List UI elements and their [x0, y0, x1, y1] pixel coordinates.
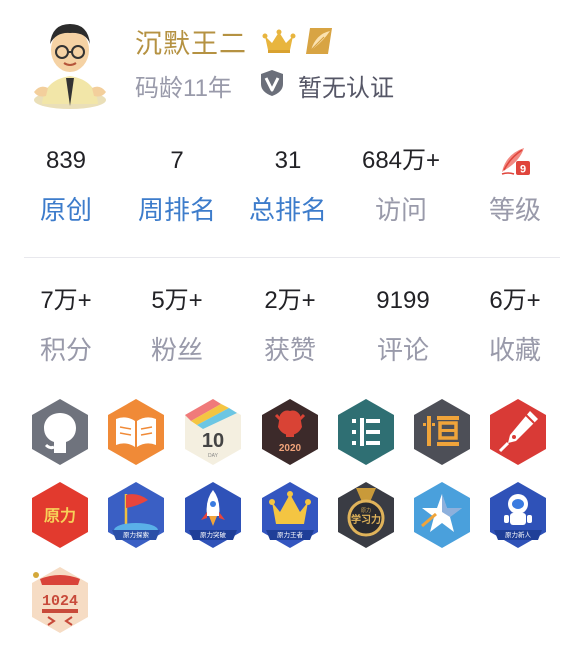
level-quill-icon: 9 [501, 148, 530, 176]
ox-2020-icon: 2020 [262, 399, 318, 465]
star-badge[interactable] [410, 480, 474, 550]
stat-points: 7万+ 积分 [10, 282, 122, 370]
book-icon [108, 399, 164, 465]
stat-value: 684万+ [361, 147, 441, 174]
stats-row-primary: 839 原创 7 周排名 31 总排名 684万+ 访问 9 等级 [10, 142, 570, 232]
stat-label: 等级 [488, 195, 541, 225]
crown-icon [262, 29, 296, 53]
coding-age: 码龄11年 [135, 75, 232, 102]
original-power-badge[interactable]: 原力 [28, 480, 92, 550]
stat-label: 访问 [374, 195, 427, 225]
code-1024-label: 1024 [42, 593, 78, 610]
persistence-icon [414, 399, 470, 465]
newcomer-badge[interactable]: 原力新人 [486, 480, 550, 550]
fountain-pen-icon [490, 399, 546, 465]
stat-value: 2万+ [264, 287, 316, 314]
year-label: 2020 [279, 443, 302, 454]
stat-visits: 684万+ 访问 [345, 142, 457, 230]
user-name[interactable]: 沉默王二 [135, 22, 247, 61]
stat-value: 31 [274, 147, 302, 174]
calendar-icon: 10 DAY [185, 399, 241, 465]
star-icon [414, 482, 470, 548]
flag-icon: 原力探索 [108, 482, 164, 548]
certification-status: 暂无认证 [298, 75, 394, 102]
stat-followers: 5万+ 粉丝 [121, 282, 233, 370]
ten-day-badge[interactable]: 10 DAY [181, 397, 245, 467]
learning-label: 学习力 [351, 513, 381, 526]
writing-badge[interactable] [486, 397, 550, 467]
stat-level[interactable]: 9 等级 [459, 142, 571, 230]
stat-label: 收藏 [488, 335, 541, 365]
rocket-icon: 原力突破 [185, 482, 241, 548]
king-crown-icon: 原力王者 [262, 482, 318, 548]
stat-value: 7 [170, 147, 184, 174]
explorer-badge[interactable]: 原力探索 [104, 480, 168, 550]
stat-label[interactable]: 原创 [10, 190, 122, 230]
medal-icon: 原力 学习力 [338, 482, 394, 548]
reading-badge[interactable] [104, 397, 168, 467]
stat-favorites: 6万+ 收藏 [459, 282, 571, 370]
avatar[interactable] [30, 14, 110, 110]
stat-value: 7万+ [40, 287, 92, 314]
verification-shield-icon [261, 70, 283, 96]
stat-original[interactable]: 839 原创 [10, 142, 122, 230]
svg-text:9: 9 [520, 164, 526, 176]
newcomer-label: 原力新人 [505, 530, 532, 539]
stat-value: 9199 [376, 287, 430, 314]
stat-value: 6万+ [489, 287, 541, 314]
king-label: 原力王者 [277, 530, 304, 539]
calendar-sub: DAY [208, 453, 219, 459]
code-1024-badge[interactable]: 1024 [28, 565, 92, 635]
stat-weekly-rank[interactable]: 7 周排名 [121, 142, 233, 230]
stat-value: 5万+ [151, 287, 203, 314]
breakthrough-badge[interactable]: 原力突破 [181, 480, 245, 550]
learning-small-label: 原力 [361, 507, 371, 514]
year-2020-badge[interactable]: 2020 [258, 397, 322, 467]
explorer-label: 原力探索 [123, 530, 150, 539]
original-power-label: 原力 [44, 506, 76, 525]
persistence-badge[interactable] [410, 397, 474, 467]
original-power-icon: 原力 [32, 482, 88, 548]
stat-comments: 9199 评论 [347, 282, 459, 370]
stat-label[interactable]: 周排名 [121, 190, 233, 230]
github-icon [32, 399, 88, 465]
stat-total-rank[interactable]: 31 总排名 [232, 142, 344, 230]
stats-row-secondary: 7万+ 积分 5万+ 粉丝 2万+ 获赞 9199 评论 6万+ 收藏 [10, 282, 570, 372]
stat-value: 839 [45, 147, 87, 174]
list-icon [338, 399, 394, 465]
astronaut-icon: 原力新人 [490, 482, 546, 548]
list-badge[interactable] [334, 397, 398, 467]
blog-expert-icon [306, 28, 332, 54]
learning-power-badge[interactable]: 原力 学习力 [334, 480, 398, 550]
king-badge[interactable]: 原力王者 [258, 480, 322, 550]
stat-label: 评论 [376, 335, 429, 365]
stats-divider [24, 257, 560, 258]
stat-value: 9 [459, 142, 571, 180]
stat-label: 粉丝 [150, 335, 203, 365]
github-badge[interactable] [28, 397, 92, 467]
stat-label: 获赞 [263, 335, 316, 365]
stat-likes: 2万+ 获赞 [234, 282, 346, 370]
stat-label: 积分 [39, 335, 92, 365]
calendar-number: 10 [202, 430, 224, 452]
code-1024-icon: 1024 [32, 567, 88, 633]
stat-label[interactable]: 总排名 [232, 190, 344, 230]
breakthrough-label: 原力突破 [200, 530, 227, 539]
